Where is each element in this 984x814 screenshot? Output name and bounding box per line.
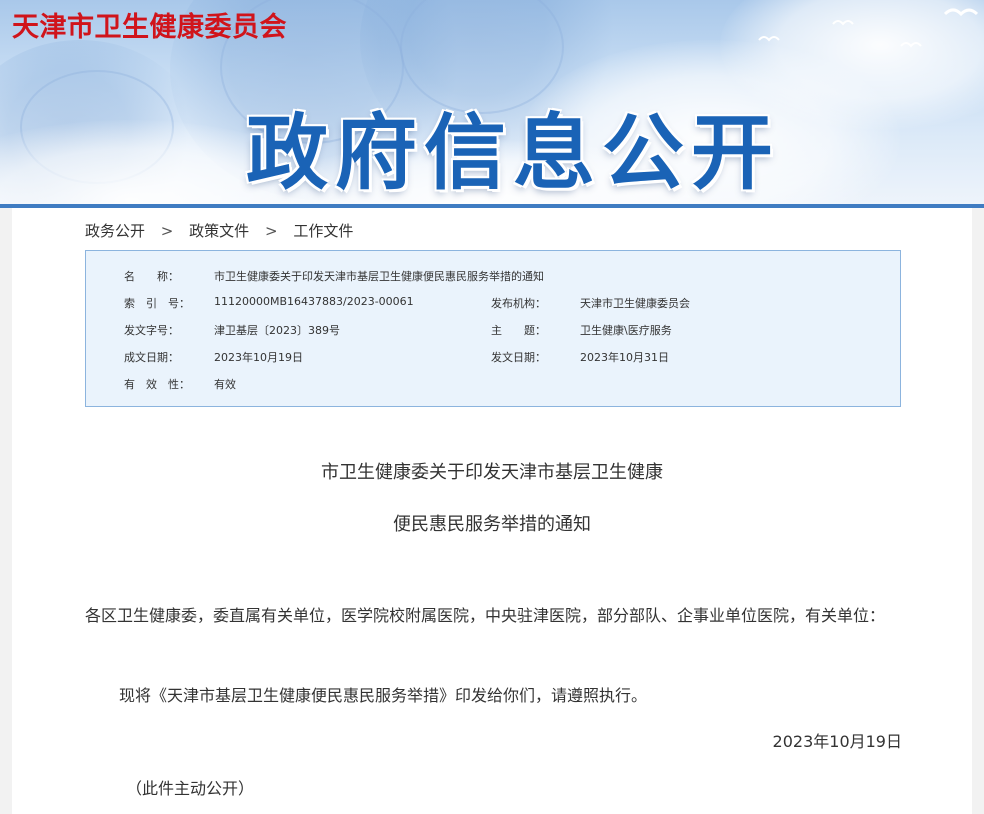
breadcrumb-separator: > — [264, 222, 278, 240]
meta-topic-value: 卫生健康\医疗服务 — [580, 324, 672, 337]
document-salutation: 各区卫生健康委，委直属有关单位，医学院校附属医院，中央驻津医院，部分部队、企事业… — [85, 606, 886, 625]
site-name-logo[interactable]: 天津市卫生健康委员会 — [12, 5, 287, 44]
meta-index-value: 11120000MB16437883/2023-00061 — [214, 295, 414, 308]
document-title-line-2: 便民惠民服务举措的通知 — [393, 514, 591, 535]
meta-created-date-label: 成文日期： — [124, 351, 179, 364]
document-title-line-1: 市卫生健康委关于印发天津市基层卫生健康 — [321, 462, 663, 483]
bird-icon — [832, 18, 854, 30]
meta-name-value: 市卫生健康委关于印发天津市基层卫生健康便民惠民服务举措的通知 — [214, 270, 544, 283]
breadcrumb-item-policy-documents[interactable]: 政策文件 — [189, 222, 249, 240]
bird-icon — [944, 6, 978, 18]
bird-icon — [758, 34, 780, 46]
breadcrumb-item-government-affairs[interactable]: 政务公开 — [85, 222, 145, 240]
breadcrumb-separator: > — [160, 222, 174, 240]
document-metadata-box: 名 称： 市卫生健康委关于印发天津市基层卫生健康便民惠民服务举措的通知 索 引 … — [85, 250, 901, 407]
header-banner: 天津市卫生健康委员会 政府信息公开 — [0, 0, 984, 206]
document-date: 2023年10月19日 — [772, 732, 902, 751]
meta-published-date-value: 2023年10月31日 — [580, 351, 669, 364]
meta-created-date-value: 2023年10月19日 — [214, 351, 303, 364]
document-body-paragraph: 现将《天津市基层卫生健康便民惠民服务举措》印发给你们，请遵照执行。 — [119, 686, 648, 705]
breadcrumb: 政务公开 > 政策文件 > 工作文件 — [85, 220, 353, 241]
banner-title: 政府信息公开 — [246, 106, 781, 201]
meta-validity-value: 有效 — [214, 378, 236, 391]
meta-published-date-label: 发文日期： — [491, 351, 546, 364]
meta-issuer-value: 天津市卫生健康委员会 — [580, 297, 690, 310]
meta-index-label: 索 引 号： — [124, 297, 190, 310]
meta-name-label: 名 称： — [124, 270, 179, 283]
bird-icon — [900, 40, 922, 52]
meta-topic-label: 主 题： — [491, 324, 546, 337]
breadcrumb-item-work-documents[interactable]: 工作文件 — [293, 222, 353, 240]
content-panel: 政务公开 > 政策文件 > 工作文件 名 称： 市卫生健康委关于印发天津市基层卫… — [12, 208, 972, 814]
meta-doc-number-value: 津卫基层〔2023〕389号 — [214, 324, 340, 337]
meta-doc-number-label: 发文字号： — [124, 324, 179, 337]
document-disclosure-note: （此件主动公开） — [126, 779, 255, 798]
meta-validity-label: 有 效 性： — [124, 378, 190, 391]
meta-issuer-label: 发布机构： — [491, 297, 546, 310]
